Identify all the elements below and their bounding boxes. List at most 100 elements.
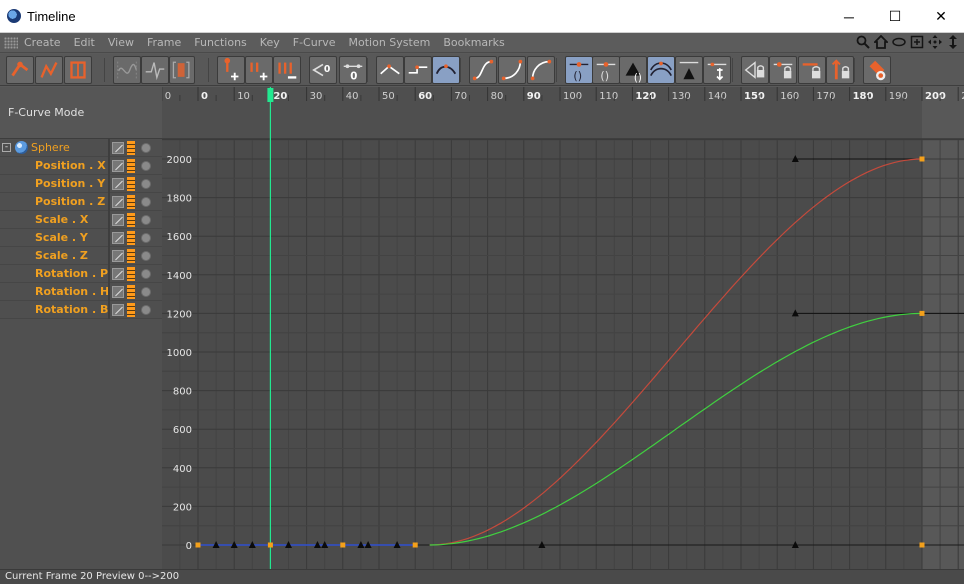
fcurve-bracket-button[interactable] <box>169 56 195 84</box>
solo-dot-icon[interactable] <box>141 251 151 261</box>
fcurve-toggle-icon[interactable] <box>112 160 124 172</box>
fcurve-snap-button[interactable] <box>113 56 141 84</box>
film-mode-icon <box>70 61 86 79</box>
zero-value-button[interactable] <box>703 56 731 84</box>
home-icon[interactable] <box>874 35 888 49</box>
ease-in-out-icon <box>472 59 494 81</box>
fcurve-toggle-icon[interactable] <box>112 214 124 226</box>
add-key-button[interactable] <box>217 56 245 84</box>
solo-dot-icon[interactable] <box>141 179 151 189</box>
key-mode-icon <box>11 61 29 77</box>
scale-vertical-icon[interactable] <box>946 35 960 49</box>
ease-in-out-button[interactable] <box>469 56 497 84</box>
lock-tangent-length-button[interactable] <box>798 56 826 84</box>
menu-key[interactable]: Key <box>260 36 280 49</box>
fcurve-toggle-icon[interactable] <box>112 232 124 244</box>
move-icon[interactable] <box>928 35 942 49</box>
solo-dot-icon[interactable] <box>141 161 151 171</box>
spline-interp-button[interactable] <box>432 56 460 84</box>
track-row-rotation-p[interactable]: Rotation . P <box>0 265 162 283</box>
grip-handle-icon[interactable] <box>4 36 18 49</box>
fcurve-toggle-icon[interactable] <box>112 142 124 154</box>
fcurve-toggle-icon[interactable] <box>112 286 124 298</box>
menu-view[interactable]: View <box>108 36 134 49</box>
solo-dot-icon[interactable] <box>141 233 151 243</box>
layer-bars-icon[interactable] <box>127 303 135 317</box>
fcurve-bracket-icon <box>172 61 190 79</box>
track-row-position-x[interactable]: Position . X <box>0 157 162 175</box>
layer-bars-icon[interactable] <box>127 195 135 209</box>
fcurve-graph-canvas[interactable]: 0 0 10 20 30 40 50 60 70 80 90 100 110 120 130 140 150 16… <box>162 87 964 569</box>
lock-time-button[interactable] <box>826 56 854 84</box>
track-row-scale-y[interactable]: Scale . Y <box>0 229 162 247</box>
zero-angle-icon: 0 <box>312 63 330 77</box>
search-icon[interactable] <box>856 35 870 49</box>
keyframe-marker <box>919 156 925 162</box>
clamp-tangent-button[interactable]: () <box>592 56 620 84</box>
ease-in-icon <box>501 59 523 81</box>
fit-frame-icon[interactable] <box>910 35 924 49</box>
track-row-rotation-b[interactable]: Rotation . B <box>0 301 162 319</box>
track-row-position-y[interactable]: Position . Y <box>0 175 162 193</box>
motion-mode-button[interactable] <box>35 56 63 84</box>
frame-label: 150 <box>744 91 765 102</box>
fcurve-toggle-icon[interactable] <box>112 304 124 316</box>
solo-dot-icon[interactable] <box>141 215 151 225</box>
layer-bars-icon[interactable] <box>127 249 135 263</box>
film-mode-button[interactable] <box>64 56 92 84</box>
zero-length-button[interactable]: 0 <box>339 56 367 84</box>
solo-dot-icon[interactable] <box>141 197 151 207</box>
add-multiple-keys-button[interactable] <box>245 56 273 84</box>
track-row-scale-z[interactable]: Scale . Z <box>0 247 162 265</box>
maximize-button[interactable]: ☐ <box>872 0 918 33</box>
step-interp-button[interactable] <box>404 56 432 84</box>
ease-out-button[interactable] <box>527 56 555 84</box>
collapse-toggle[interactable]: - <box>2 143 11 152</box>
fcurve-link-button[interactable] <box>141 56 169 84</box>
layer-bars-icon[interactable] <box>127 267 135 281</box>
fcurve-toggle-icon[interactable] <box>112 178 124 190</box>
linear-interp-button[interactable] <box>376 56 404 84</box>
close-button[interactable]: ✕ <box>918 0 964 33</box>
menu-create[interactable]: Create <box>24 36 61 49</box>
key-mode-button[interactable] <box>6 56 34 84</box>
layer-bars-icon[interactable] <box>127 213 135 227</box>
auto-tangent-button[interactable]: () <box>565 56 593 84</box>
ease-in-button[interactable] <box>498 56 526 84</box>
menu-fcurve[interactable]: F-Curve <box>293 36 336 49</box>
menu-functions[interactable]: Functions <box>194 36 247 49</box>
fcurve-toggle-icon[interactable] <box>112 250 124 262</box>
menu-frame[interactable]: Frame <box>147 36 181 49</box>
fcurve-graph[interactable]: 0 0 10 20 30 40 50 60 70 80 90 100 110 120 130 140 150 16… <box>162 87 964 569</box>
layer-bars-icon[interactable] <box>127 159 135 173</box>
minimize-button[interactable]: ─ <box>826 0 872 33</box>
layer-bars-icon[interactable] <box>127 141 135 155</box>
track-row-scale-x[interactable]: Scale . X <box>0 211 162 229</box>
fcurve-toggle-icon[interactable] <box>112 268 124 280</box>
solo-dot-icon[interactable] <box>141 305 151 315</box>
layer-bars-icon[interactable] <box>127 231 135 245</box>
lock-value-vertical-button[interactable] <box>863 56 891 84</box>
layer-bars-icon[interactable] <box>127 177 135 191</box>
solo-dot-icon[interactable] <box>141 143 151 153</box>
layer-bars-icon[interactable] <box>127 285 135 299</box>
menu-bookmarks[interactable]: Bookmarks <box>443 36 504 49</box>
menu-motion-system[interactable]: Motion System <box>349 36 431 49</box>
clamp-tangent-icon: () <box>596 62 616 83</box>
overshoot-button[interactable]: () <box>619 56 647 84</box>
column-divider <box>108 211 110 229</box>
zero-angle-button[interactable]: 0 <box>309 56 337 84</box>
lock-value-button[interactable] <box>675 56 703 84</box>
fcurve-toggle-icon[interactable] <box>112 196 124 208</box>
eye-icon[interactable] <box>892 35 906 49</box>
solo-dot-icon[interactable] <box>141 269 151 279</box>
lock-tangent-angle-button[interactable] <box>769 56 797 84</box>
break-tangent-button[interactable] <box>741 56 769 84</box>
delete-key-button[interactable] <box>273 56 301 84</box>
solo-dot-icon[interactable] <box>141 287 151 297</box>
track-row-rotation-h[interactable]: Rotation . H <box>0 283 162 301</box>
track-row-position-z[interactable]: Position . Z <box>0 193 162 211</box>
track-row-sphere[interactable]: - Sphere <box>0 139 162 157</box>
weighted-tangent-button[interactable] <box>647 56 675 84</box>
menu-edit[interactable]: Edit <box>74 36 95 49</box>
